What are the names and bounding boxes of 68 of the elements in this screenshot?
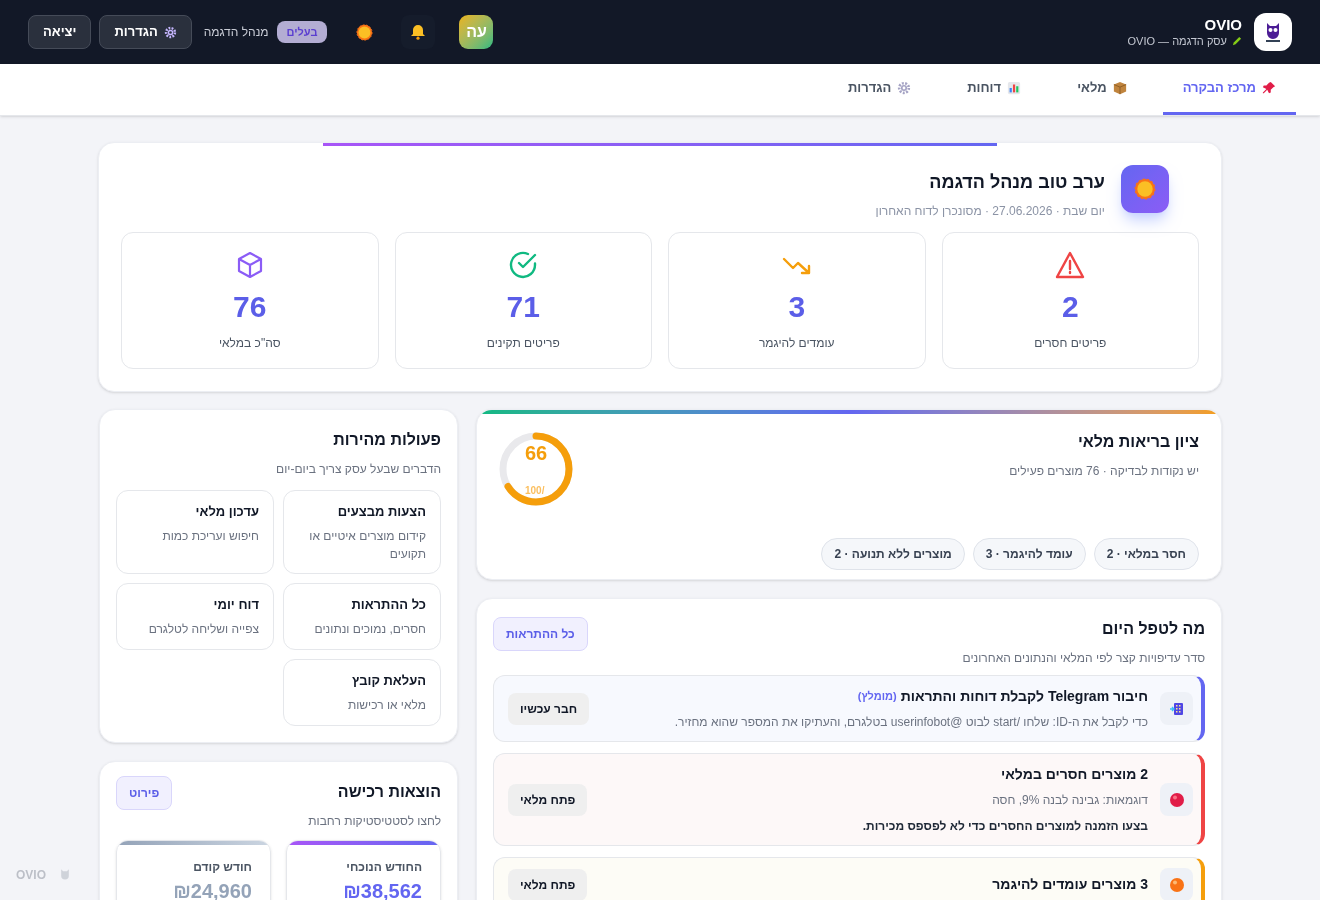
alert-title: 3 מוצרים עומדים להיגמר	[992, 875, 1148, 894]
status-chip[interactable]: מוצרים ללא תנועה · 2	[821, 538, 965, 570]
alert-action-button[interactable]: חבר עכשיו	[508, 692, 590, 725]
today-title: מה לטפל היום	[1100, 619, 1205, 639]
purchases-subtitle: לחצו לסטטיסטיקות רחבות	[308, 813, 441, 830]
purchases-title: הוצאות רכישה	[336, 782, 441, 802]
greeting-subtitle: יום שבת · 27.06.2026 · מסונכרן לדוח האחרון	[875, 203, 1105, 220]
bell-icon	[410, 24, 427, 40]
quick-actions-subtitle: הדברים שבעל עסק צריך ביום-יום	[275, 461, 441, 478]
recommended-tag: (מומלץ)	[857, 688, 897, 705]
bar-chart-icon	[1007, 81, 1022, 95]
alert-action-button[interactable]: פתח מלאי	[508, 783, 588, 816]
building-icon	[1168, 700, 1185, 717]
alert-text: דוגמאות: גבינה לבנה 9%, חסה	[991, 792, 1148, 809]
sun-icon	[356, 23, 373, 41]
month-label: חודש קודם	[193, 860, 252, 874]
logout-button[interactable]: יציאה	[28, 15, 92, 49]
month-label: החודש הנוכחי	[346, 860, 422, 874]
pin-icon	[1262, 81, 1276, 95]
today-subtitle: סדר עדיפויות קצר לפי המלאי והנתונים האחרונים	[962, 650, 1205, 667]
role-badge: בעלים	[276, 20, 328, 44]
stat-value: 2	[1061, 291, 1079, 322]
score-value: 66	[523, 441, 549, 466]
quick-action-tile[interactable]: הצעות מבצעים קידום מוצרים איטיים או תקועים	[283, 490, 441, 574]
business-name: עסק הדגמה — OVIO	[1127, 36, 1227, 47]
quick-action-tile[interactable]: העלאת קובץ מלאי או רכישות	[283, 659, 441, 726]
notifications-button[interactable]	[401, 15, 436, 49]
stat-label: עומדים להיגמר	[758, 334, 835, 352]
all-alerts-button[interactable]: כל ההתראות	[493, 617, 588, 651]
status-dot-icon	[1168, 876, 1185, 893]
nav-tab[interactable]: הגדרות	[827, 64, 932, 115]
gear-icon	[163, 25, 177, 39]
nav-tab[interactable]: דוחות	[947, 64, 1042, 115]
brand-name: OVIO	[1203, 17, 1242, 32]
stat-label: סה"כ במלאי	[218, 334, 281, 352]
pencil-icon	[1231, 36, 1242, 47]
stat-value: 76	[233, 291, 267, 322]
alert-title: חיבור Telegram לקבלת דוחות והתראות	[900, 687, 1148, 706]
health-title: ציון בריאות מלאי	[1077, 432, 1199, 452]
stat-value: 3	[788, 291, 806, 322]
user-name: מנהל הדגמה	[203, 24, 269, 41]
quick-actions-title: פעולות מהירות	[332, 430, 441, 450]
warning-icon	[1055, 250, 1086, 279]
status-chip[interactable]: עומד להיגמר · 3	[972, 538, 1086, 570]
quick-action-tile[interactable]: עדכון מלאי חיפוש ועריכת כמות	[116, 490, 274, 574]
settings-button[interactable]: הגדרות	[99, 15, 192, 49]
alert-action-button[interactable]: פתח מלאי	[508, 868, 588, 900]
alert-title: 2 מוצרים חסרים במלאי	[1001, 765, 1148, 784]
status-chip[interactable]: חסר במלאי · 2	[1093, 538, 1199, 570]
greeting-title: ערב טוב מנהל הדגמה	[928, 171, 1105, 194]
alert-note: בצעו הזמנה למוצרים החסרים כדי לא לפספס מכירות.	[861, 818, 1148, 835]
stat-label: פריטים חסרים	[1034, 334, 1107, 352]
cube-icon	[235, 250, 264, 279]
box-icon	[1112, 81, 1127, 95]
nav-tab[interactable]: מלאי	[1057, 64, 1147, 115]
quick-action-tile[interactable]: כל ההתראות חסרים, נמוכים ונתונים	[283, 583, 441, 650]
stat-label: פריטים תקינים	[486, 334, 560, 352]
alert-text: כדי לקבל את ה-ID: שלחו /start לבוט @userinfobot בטלגרם, והעתיקו את המספר שהוא מחזיר.	[673, 714, 1148, 731]
sun-icon	[1134, 178, 1156, 200]
quick-action-tile[interactable]: דוח יומי צפייה ושליחה לטלגרם	[116, 583, 274, 650]
score-max: /100	[525, 484, 545, 498]
stat-value: 71	[506, 291, 540, 322]
nav-tab[interactable]: מרכז הבקרה	[1162, 64, 1296, 115]
health-subtitle: יש נקודות לבדיקה · 76 מוצרים פעילים	[1009, 463, 1199, 480]
details-button[interactable]: פירוט	[116, 776, 173, 810]
gear-icon	[897, 81, 912, 95]
status-dot-icon	[1168, 791, 1185, 808]
check-circle-icon	[508, 249, 539, 280]
